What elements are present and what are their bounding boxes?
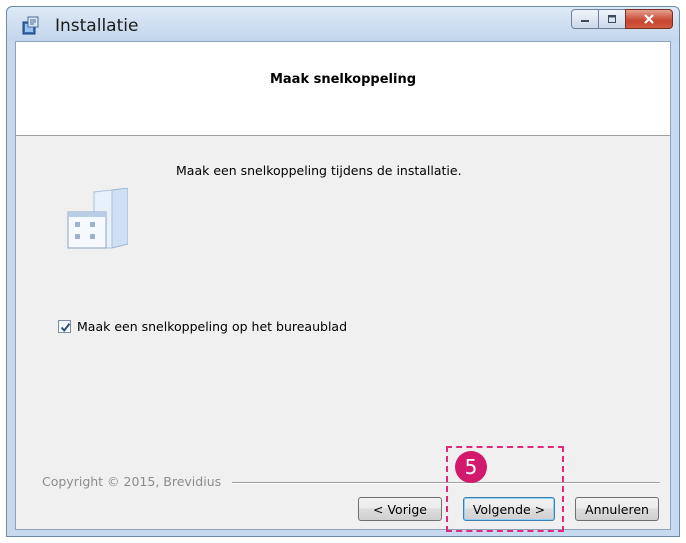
checkmark-icon (60, 323, 71, 333)
step-number-badge: 5 (455, 451, 487, 483)
maximize-icon (608, 15, 616, 23)
cancel-button[interactable]: Annuleren (575, 497, 659, 521)
description-text: Maak een snelkoppeling tijdens de instal… (176, 163, 462, 178)
minimize-button[interactable] (571, 9, 599, 29)
desktop-shortcut-checkbox[interactable] (58, 320, 71, 333)
installer-icon (22, 16, 39, 35)
desktop-shortcut-option[interactable]: Maak een snelkoppeling op het bureaublad (58, 319, 347, 334)
caption-buttons (571, 9, 673, 31)
wizard-body: Maak snelkoppeling Maak een snelkoppelin… (15, 41, 671, 530)
back-button[interactable]: < Vorige (358, 497, 442, 521)
copyright-text: Copyright © 2015, Brevidius (42, 474, 228, 489)
close-button[interactable] (625, 9, 673, 29)
wizard-header: Maak snelkoppeling (16, 42, 670, 136)
page-title: Maak snelkoppeling (269, 72, 417, 87)
minimize-icon (581, 20, 589, 22)
close-icon (644, 14, 654, 24)
desktop-shortcut-label[interactable]: Maak een snelkoppeling op het bureaublad (77, 319, 347, 334)
title-bar[interactable]: Installatie (7, 7, 679, 41)
shortcut-window-icon (67, 188, 128, 249)
window-title: Installatie (55, 16, 139, 36)
installer-window: Installatie Maak snelkoppeling Maak een … (6, 6, 680, 537)
maximize-button[interactable] (598, 9, 626, 29)
copyright-row: Copyright © 2015, Brevidius (42, 474, 668, 490)
